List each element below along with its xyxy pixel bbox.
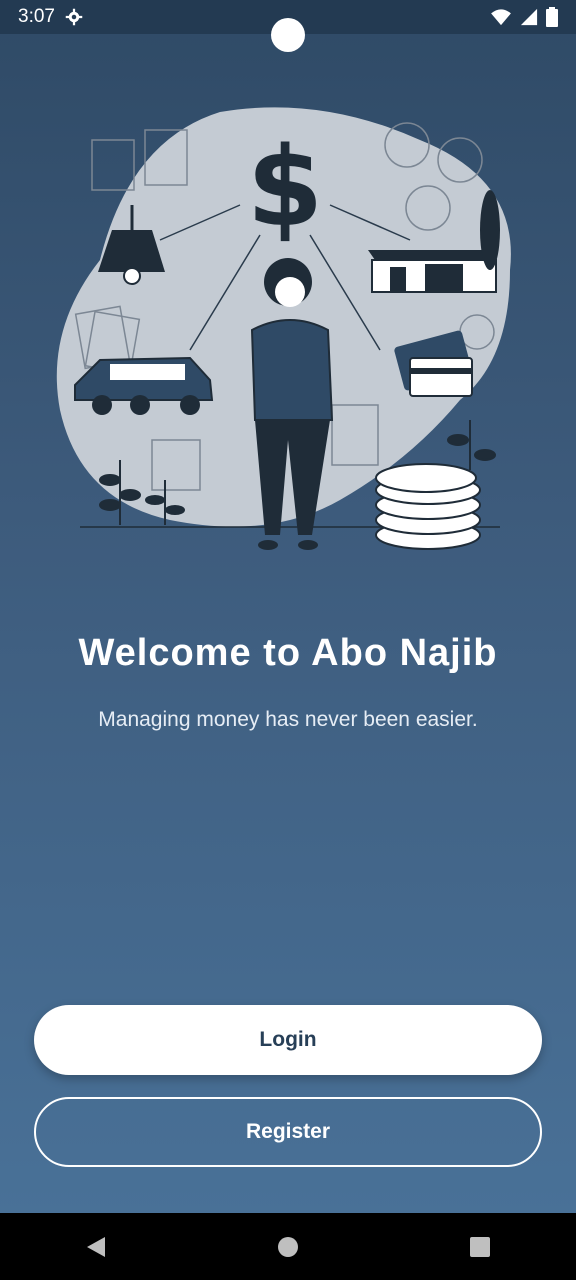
camera-cutout	[271, 18, 305, 52]
recents-button[interactable]	[450, 1227, 510, 1267]
back-icon	[87, 1236, 105, 1257]
finance-illustration: $	[56, 107, 511, 550]
welcome-title: Welcome to Abo Najib	[78, 632, 498, 674]
home-button[interactable]	[258, 1227, 318, 1267]
battery-icon	[546, 7, 558, 27]
back-button[interactable]	[66, 1227, 126, 1267]
home-icon	[278, 1236, 298, 1257]
dollar-sign-icon: $	[247, 123, 324, 251]
register-button[interactable]: Register	[34, 1097, 542, 1167]
recents-icon	[470, 1236, 490, 1257]
settings-icon	[65, 8, 83, 26]
navigation-bar	[0, 1213, 576, 1280]
car-icon	[74, 356, 214, 415]
coin-stack-icon	[375, 463, 481, 550]
welcome-subtitle: Managing money has never been easier.	[98, 708, 478, 731]
status-time: 3:07	[18, 6, 55, 27]
login-button[interactable]: Login	[34, 1005, 542, 1075]
wifi-icon	[491, 9, 511, 26]
signal-icon	[520, 8, 538, 26]
